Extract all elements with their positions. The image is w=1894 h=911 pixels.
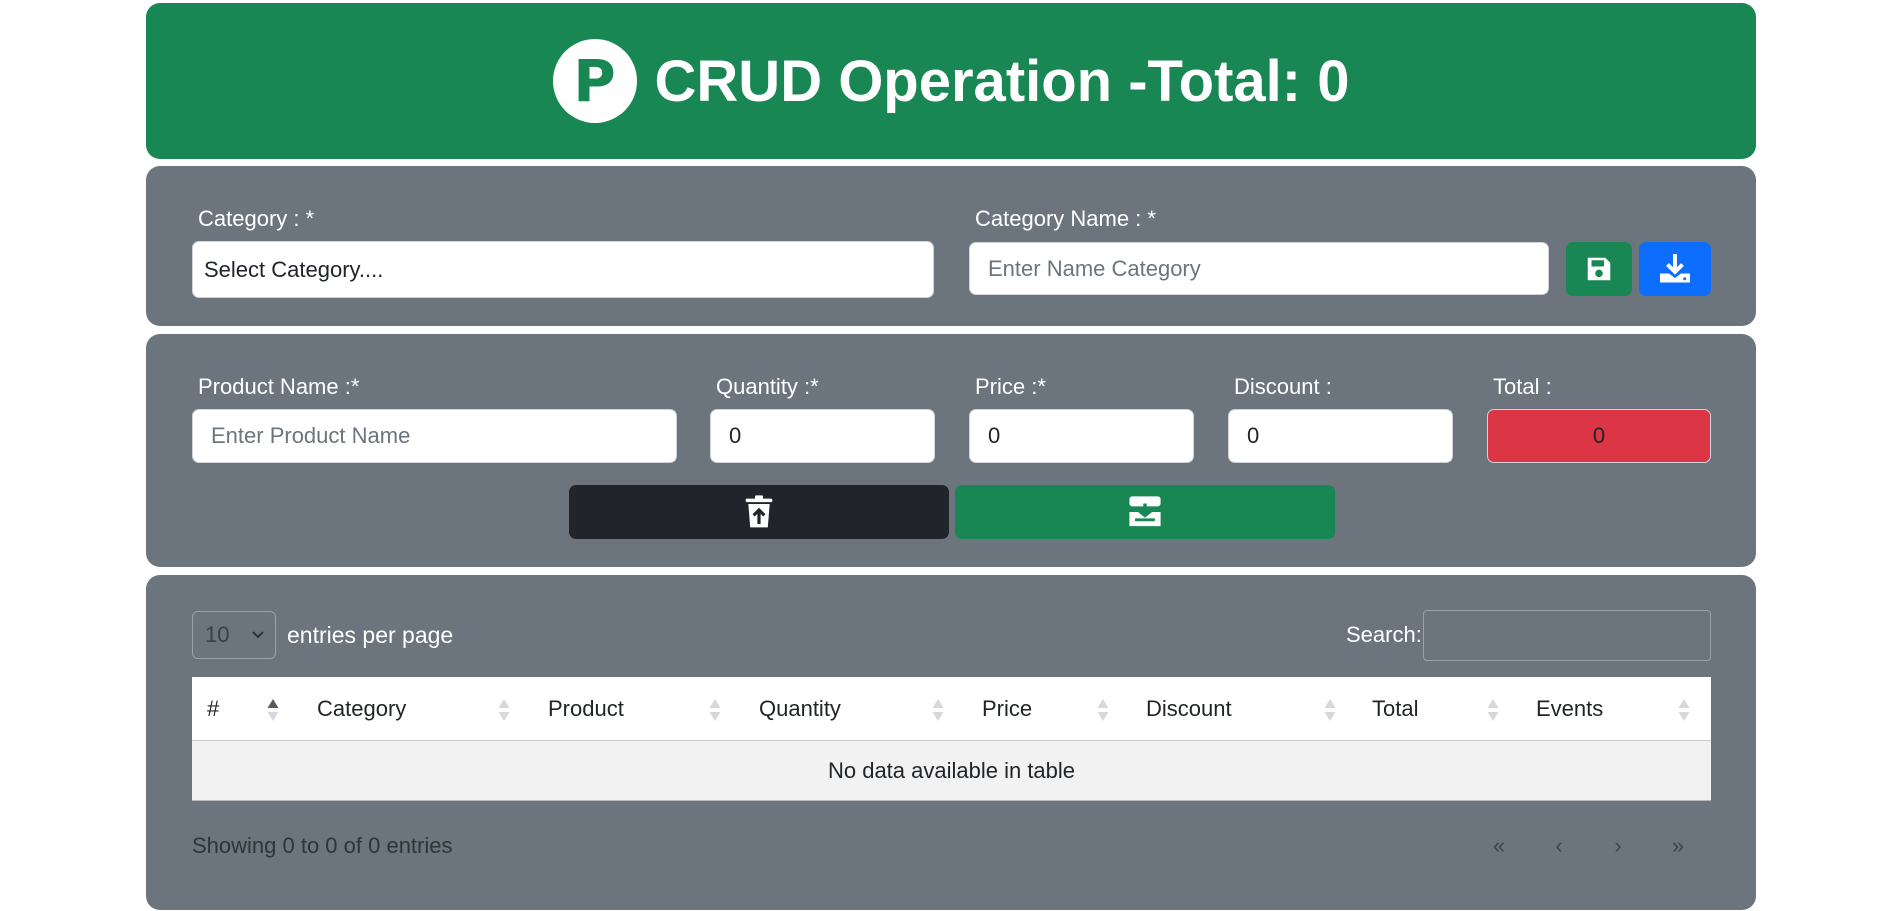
delete-button[interactable] <box>569 485 949 539</box>
product-name-input[interactable]: Enter Product Name <box>192 409 677 463</box>
total-value: 0 <box>1592 423 1606 448</box>
entries-per-page-select[interactable]: 10 <box>192 611 276 659</box>
sort-asc-icon[interactable] <box>266 697 280 723</box>
pagination-next[interactable]: › <box>1603 833 1633 859</box>
product-name-label: Product Name :* <box>198 374 360 399</box>
p-logo-icon: P <box>552 39 637 123</box>
download-icon <box>1660 254 1690 283</box>
category-name-placeholder: Enter Name Category <box>988 255 1201 281</box>
quantity-label: Quantity :* <box>716 374 819 399</box>
column-header-events[interactable]: Events <box>1536 677 1603 741</box>
price-input[interactable]: 0 <box>969 409 1194 463</box>
pagination-last[interactable]: » <box>1663 833 1693 859</box>
search-label: Search: <box>1346 622 1422 647</box>
sort-icon[interactable] <box>708 697 722 723</box>
sort-icon[interactable] <box>931 697 945 723</box>
download-category-button[interactable] <box>1639 242 1711 296</box>
quantity-input[interactable]: 0 <box>710 409 935 463</box>
floppy-disk-icon <box>1587 257 1611 281</box>
sort-icon[interactable] <box>1677 697 1691 723</box>
product-name-placeholder: Enter Product Name <box>211 423 411 448</box>
logo-letter: P <box>573 47 616 115</box>
discount-input[interactable]: 0 <box>1228 409 1453 463</box>
sort-icon[interactable] <box>1486 697 1500 723</box>
category-panel: Category : * Select Category.... Categor… <box>146 166 1756 326</box>
column-header-total[interactable]: Total <box>1372 677 1418 741</box>
column-header-category[interactable]: Category <box>317 677 406 741</box>
category-name-label: Category Name : * <box>975 206 1156 231</box>
price-label: Price :* <box>975 374 1046 399</box>
category-select[interactable]: Select Category.... <box>192 241 934 298</box>
save-category-button[interactable] <box>1566 242 1632 296</box>
page-header: P CRUD Operation -Total: 0 <box>146 3 1756 159</box>
column-header-index[interactable]: # <box>207 677 219 741</box>
pagination-first[interactable]: « <box>1484 833 1514 859</box>
category-name-input[interactable]: Enter Name Category <box>969 242 1549 295</box>
submit-button[interactable] <box>955 485 1335 539</box>
column-header-price[interactable]: Price <box>982 677 1032 741</box>
pagination-previous[interactable]: ‹ <box>1544 833 1574 859</box>
column-header-product[interactable]: Product <box>548 677 624 741</box>
price-value: 0 <box>988 423 1001 448</box>
total-label: Total : <box>1493 374 1552 399</box>
products-table: # Category Product Quantity Price Discou… <box>192 677 1711 801</box>
discount-label: Discount : <box>1234 374 1332 399</box>
entries-per-page-value: 10 <box>205 622 230 647</box>
sort-icon[interactable] <box>497 697 511 723</box>
column-header-quantity[interactable]: Quantity <box>759 677 841 741</box>
product-panel: Product Name :* Enter Product Name Quant… <box>146 334 1756 567</box>
empty-table-message: No data available in table <box>827 757 1076 783</box>
entries-per-page-label: entries per page <box>287 622 454 648</box>
table-panel: 10 entries per page Search: # Category P… <box>146 575 1756 910</box>
total-output: 0 <box>1487 409 1711 463</box>
search-input[interactable] <box>1423 610 1711 661</box>
discount-value: 0 <box>1247 423 1260 448</box>
sort-icon[interactable] <box>1096 697 1110 723</box>
trash-upload-icon <box>745 495 773 528</box>
column-header-discount[interactable]: Discount <box>1146 677 1232 741</box>
empty-table-row: No data available in table <box>192 741 1711 801</box>
page-title: CRUD Operation -Total: 0 <box>654 48 1350 114</box>
inbox-download-icon <box>1129 496 1161 527</box>
sort-icon[interactable] <box>1323 697 1337 723</box>
category-select-value: Select Category.... <box>204 256 384 282</box>
table-header: # Category Product Quantity Price Discou… <box>192 677 1711 741</box>
chevron-down-icon <box>252 631 264 639</box>
category-label: Category : * <box>198 206 315 231</box>
quantity-value: 0 <box>729 423 742 448</box>
table-info: Showing 0 to 0 of 0 entries <box>192 833 453 858</box>
